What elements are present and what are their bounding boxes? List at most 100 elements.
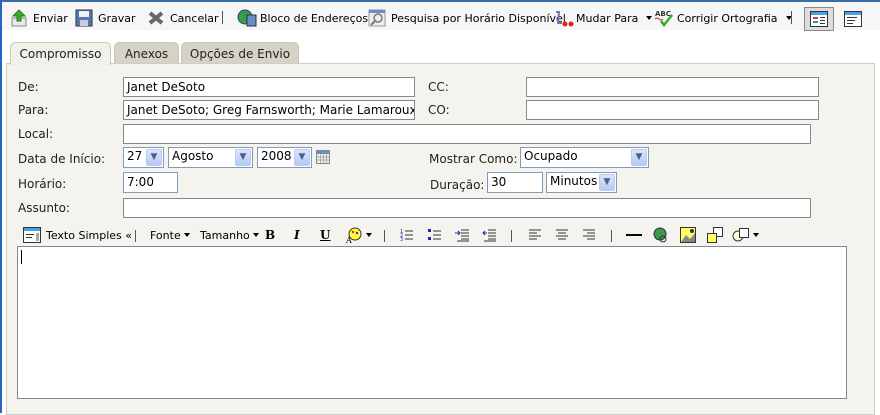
- close-icon: [147, 9, 165, 27]
- subject-label: Assunto:: [18, 201, 71, 215]
- chevron-down-icon: [753, 233, 759, 237]
- bcc-field[interactable]: [526, 100, 819, 120]
- emoticon-icon: [732, 228, 749, 242]
- chevron-down-icon: [252, 233, 259, 237]
- chevron-down-icon: [183, 233, 190, 237]
- cancel-label: Cancelar: [170, 11, 219, 25]
- tab-label: Opções de Envio: [189, 46, 291, 61]
- bold-button[interactable]: B: [265, 226, 275, 244]
- address-book-icon: [237, 9, 257, 27]
- month-value: Agosto: [172, 149, 214, 163]
- formatting-toolbar: Texto Simples « Fonte Tamanho B I U A 12…: [17, 224, 847, 246]
- text-caret: [21, 250, 22, 264]
- insert-emoticon-button[interactable]: [732, 226, 759, 244]
- duration-unit-select[interactable]: Minutos ▼: [546, 172, 617, 193]
- tab-label: Anexos: [124, 46, 169, 61]
- view-layout-2-button[interactable]: [838, 7, 868, 31]
- year-select[interactable]: 2008 ▼: [257, 147, 312, 168]
- time-label: Horário:: [18, 177, 67, 191]
- chevron-down-icon: [366, 233, 372, 237]
- align-center-icon[interactable]: [556, 229, 568, 241]
- font-dropdown[interactable]: Fonte: [150, 226, 190, 244]
- outdent-icon[interactable]: [482, 228, 496, 242]
- size-label: Tamanho: [200, 228, 250, 242]
- tab-attachments[interactable]: Anexos: [114, 42, 179, 64]
- window-left-border: [0, 0, 2, 413]
- reading-pane-icon: [810, 11, 828, 27]
- to-label: Para:: [18, 103, 49, 117]
- cc-field[interactable]: [526, 77, 819, 97]
- move-to-button[interactable]: Mudar Para: [553, 8, 653, 28]
- duration-field[interactable]: 30: [487, 172, 543, 193]
- insert-link-icon[interactable]: [653, 227, 669, 243]
- underline-icon: U: [320, 228, 331, 242]
- italic-button[interactable]: I: [294, 226, 300, 244]
- svg-text:A: A: [345, 236, 352, 243]
- free-busy-search-icon: [368, 9, 386, 27]
- location-field[interactable]: [123, 124, 811, 144]
- spell-check-icon: ABC: [654, 9, 673, 28]
- move-to-icon: [553, 9, 574, 27]
- cc-label: CC:: [428, 80, 449, 94]
- save-icon: [75, 9, 93, 27]
- cancel-button[interactable]: Cancelar: [147, 8, 219, 28]
- free-busy-label: Pesquisa por Horário Disponível: [391, 11, 566, 25]
- font-color-icon: A: [345, 227, 362, 243]
- view-layout-1-button[interactable]: [804, 7, 834, 31]
- svg-text:ABC: ABC: [655, 10, 671, 18]
- from-field[interactable]: Janet DeSoto: [123, 77, 415, 97]
- address-book-button[interactable]: Bloco de Endereços: [237, 8, 368, 28]
- spell-check-label: Corrigir Ortografia: [677, 11, 778, 25]
- font-color-button[interactable]: A: [345, 226, 372, 244]
- chevron-down-icon: ▼: [235, 149, 251, 166]
- size-dropdown[interactable]: Tamanho: [200, 226, 259, 244]
- free-busy-button[interactable]: Pesquisa por Horário Disponível: [368, 8, 566, 28]
- insert-picture-icon[interactable]: [707, 227, 723, 243]
- time-field[interactable]: 7:00: [123, 172, 178, 193]
- year-value: 2008: [261, 149, 292, 163]
- plain-text-label: Texto Simples «: [46, 228, 132, 242]
- location-label: Local:: [18, 127, 54, 141]
- chevron-down-icon: ▼: [146, 149, 162, 166]
- calendar-icon[interactable]: [316, 150, 330, 164]
- start-date-label: Data de Início:: [18, 152, 106, 166]
- toolbar-separator: [511, 230, 512, 242]
- toolbar-separator: [791, 11, 792, 24]
- align-left-icon[interactable]: [529, 229, 541, 241]
- save-button[interactable]: Gravar: [75, 8, 136, 28]
- insert-image-icon[interactable]: [680, 227, 696, 243]
- show-as-select[interactable]: Ocupado ▼: [520, 147, 649, 168]
- chevron-down-icon: [646, 16, 653, 20]
- underline-button[interactable]: U: [320, 226, 330, 244]
- plain-text-toggle[interactable]: Texto Simples «: [23, 226, 132, 244]
- chevron-down-icon: ▼: [631, 149, 647, 166]
- message-body-editor[interactable]: [17, 246, 847, 399]
- align-right-icon[interactable]: [583, 229, 595, 241]
- month-select[interactable]: Agosto ▼: [168, 147, 253, 168]
- day-select[interactable]: 27 ▼: [123, 147, 164, 168]
- send-button[interactable]: Enviar: [10, 8, 68, 28]
- to-field[interactable]: Janet DeSoto; Greg Farnsworth; Marie Lam…: [123, 100, 415, 120]
- spell-check-button[interactable]: ABC Corrigir Ortografia: [654, 8, 792, 28]
- save-label: Gravar: [98, 11, 136, 25]
- numbered-list-icon[interactable]: 123: [400, 228, 414, 242]
- show-as-label: Mostrar Como:: [429, 152, 518, 166]
- main-toolbar: Enviar Gravar Cancelar Bloco de Endereço…: [2, 2, 880, 31]
- from-label: De:: [18, 80, 39, 94]
- chevron-down-icon: ▼: [599, 174, 615, 191]
- tab-send-options[interactable]: Opções de Envio: [181, 42, 299, 64]
- bcc-label: CO:: [428, 103, 450, 117]
- indent-icon[interactable]: [455, 228, 469, 242]
- show-as-value: Ocupado: [524, 149, 578, 163]
- horizontal-rule-icon[interactable]: [626, 229, 642, 241]
- plain-text-icon: [23, 227, 41, 243]
- toolbar-separator: [611, 230, 612, 242]
- bullet-list-icon[interactable]: [428, 228, 442, 242]
- tab-label: Compromisso: [19, 47, 102, 61]
- tab-appointment[interactable]: Compromisso: [10, 42, 111, 65]
- subject-field[interactable]: [123, 198, 811, 218]
- text-view-icon: [844, 11, 862, 27]
- duration-label: Duração:: [430, 178, 485, 192]
- toolbar-separator: [384, 230, 385, 242]
- chevron-down-icon: ▼: [294, 149, 310, 166]
